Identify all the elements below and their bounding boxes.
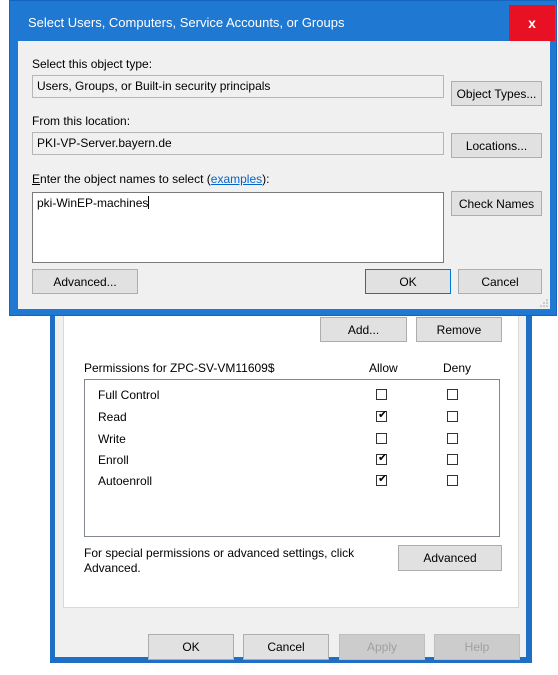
object-names-value: pki-WinEP-machines bbox=[37, 196, 149, 210]
allow-read-checkbox[interactable]: ✔ bbox=[376, 409, 388, 422]
enter-names-accelerator: E bbox=[32, 172, 41, 186]
deny-write-checkbox[interactable] bbox=[447, 433, 458, 444]
allow-full-control-checkbox[interactable] bbox=[376, 389, 387, 400]
advanced-permissions-button[interactable]: Advanced bbox=[398, 545, 502, 571]
examples-link[interactable]: examples bbox=[211, 172, 262, 186]
allow-enroll-checkbox[interactable]: ✔ bbox=[376, 452, 388, 465]
dialog-ok-button[interactable]: OK bbox=[365, 269, 451, 294]
special-permissions-text-line2: Advanced. bbox=[84, 561, 141, 575]
permissions-list: Full Control Read ✔ Write Enroll ✔ Autoe… bbox=[84, 379, 500, 537]
permissions-for-label: Permissions for ZPC-SV-VM11609$ bbox=[84, 361, 275, 375]
check-names-button-label: Check Names bbox=[458, 196, 535, 211]
location-label: From this location: bbox=[32, 114, 131, 128]
object-types-button-label: Object Types... bbox=[456, 86, 537, 101]
deny-column-header: Deny bbox=[443, 361, 472, 375]
enter-names-label: Enter the object names to select (exampl… bbox=[32, 172, 269, 186]
locations-button-label: Locations... bbox=[465, 138, 528, 153]
help-button-label: Help bbox=[464, 640, 490, 654]
help-button[interactable]: Help bbox=[434, 634, 520, 660]
checkmark-icon: ✔ bbox=[378, 409, 388, 421]
remove-button[interactable]: Remove bbox=[416, 317, 502, 342]
allow-column-header: Allow bbox=[369, 361, 398, 375]
dialog-ok-button-label: OK bbox=[399, 274, 417, 289]
cancel-button-label: Cancel bbox=[267, 640, 305, 654]
deny-enroll-checkbox[interactable] bbox=[447, 454, 458, 465]
permission-name: Enroll bbox=[98, 453, 129, 467]
close-button[interactable]: x bbox=[509, 5, 555, 41]
object-type-field: Users, Groups, or Built-in security prin… bbox=[32, 75, 444, 98]
select-users-dialog: Select Users, Computers, Service Account… bbox=[9, 0, 557, 316]
dialog-cancel-button[interactable]: Cancel bbox=[458, 269, 542, 294]
object-types-button[interactable]: Object Types... bbox=[451, 81, 542, 106]
add-button[interactable]: Add... bbox=[320, 317, 407, 342]
permission-name: Full Control bbox=[98, 388, 160, 402]
advanced-search-button-label: Advanced... bbox=[53, 274, 117, 289]
ok-button[interactable]: OK bbox=[148, 634, 234, 660]
remove-button-label: Remove bbox=[436, 322, 482, 337]
permission-name: Write bbox=[98, 432, 126, 446]
add-button-label: Add... bbox=[347, 322, 380, 337]
object-type-label: Select this object type: bbox=[32, 57, 153, 71]
deny-autoenroll-checkbox[interactable] bbox=[447, 475, 458, 486]
allow-autoenroll-checkbox[interactable]: ✔ bbox=[376, 473, 388, 486]
permission-row-full-control: Full Control bbox=[98, 386, 488, 404]
checkmark-icon: ✔ bbox=[378, 452, 388, 464]
resize-grip-icon[interactable] bbox=[540, 299, 548, 307]
permission-name: Read bbox=[98, 410, 127, 424]
text-cursor bbox=[148, 196, 150, 209]
cancel-button[interactable]: Cancel bbox=[243, 634, 329, 660]
locations-button[interactable]: Locations... bbox=[451, 133, 542, 158]
close-icon: x bbox=[528, 15, 536, 31]
dialog-title: Select Users, Computers, Service Account… bbox=[28, 15, 345, 30]
permission-row-enroll: Enroll ✔ bbox=[98, 451, 488, 469]
location-field: PKI-VP-Server.bayern.de bbox=[32, 132, 444, 155]
dialog-cancel-button-label: Cancel bbox=[481, 274, 519, 289]
ok-button-label: OK bbox=[182, 640, 200, 654]
enter-names-text: nter the object names to select ( bbox=[40, 172, 211, 186]
permission-name: Autoenroll bbox=[98, 474, 153, 488]
apply-button[interactable]: Apply bbox=[339, 634, 425, 660]
deny-full-control-checkbox[interactable] bbox=[447, 389, 458, 400]
permission-row-read: Read ✔ bbox=[98, 408, 488, 426]
object-names-input[interactable]: pki-WinEP-machines bbox=[32, 192, 444, 263]
permission-row-autoenroll: Autoenroll ✔ bbox=[98, 472, 488, 490]
permission-row-write: Write bbox=[98, 430, 488, 448]
select-dialog-body: Select this object type: Users, Groups, … bbox=[18, 41, 550, 309]
enter-names-suffix: ): bbox=[262, 172, 270, 186]
deny-read-checkbox[interactable] bbox=[447, 411, 458, 422]
apply-button-label: Apply bbox=[366, 640, 398, 654]
checkmark-icon: ✔ bbox=[378, 473, 388, 485]
special-permissions-text-line1: For special permissions or advanced sett… bbox=[84, 546, 355, 560]
check-names-button[interactable]: Check Names bbox=[451, 191, 542, 216]
allow-write-checkbox[interactable] bbox=[376, 433, 387, 444]
advanced-search-button[interactable]: Advanced... bbox=[32, 269, 138, 294]
advanced-button-label: Advanced bbox=[423, 551, 477, 565]
